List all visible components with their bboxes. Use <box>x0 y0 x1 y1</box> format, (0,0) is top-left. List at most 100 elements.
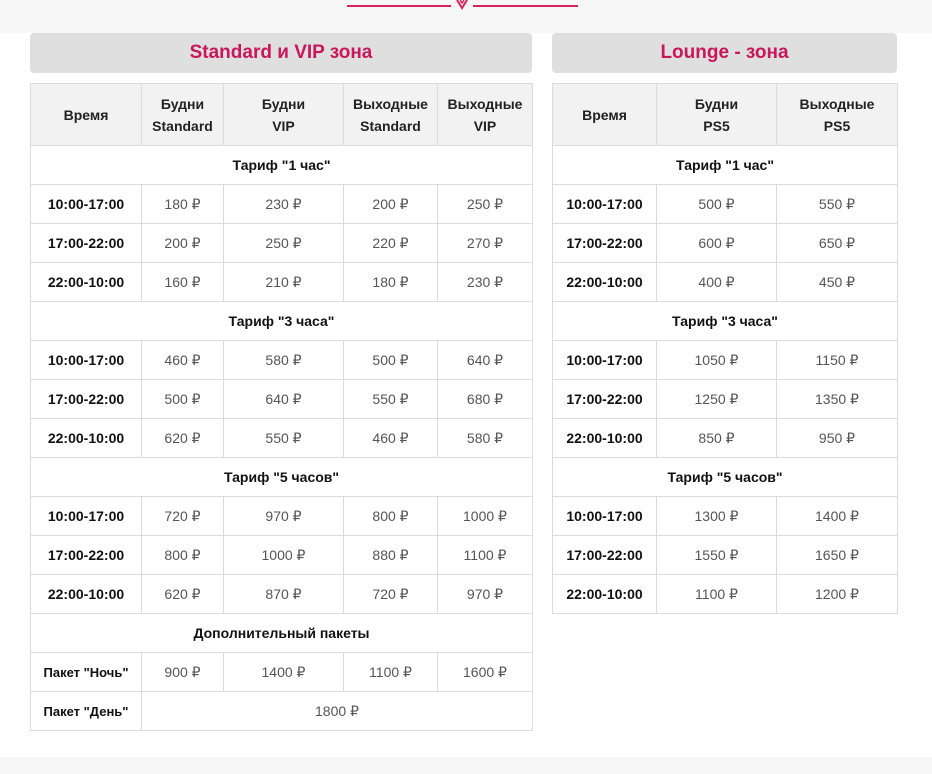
price-row: 10:00-17:00 180 ₽230 ₽200 ₽250 ₽ <box>30 184 533 224</box>
time-range: 22:00-10:00 <box>552 574 657 614</box>
column-header: Будни VIP <box>223 83 344 146</box>
price-cell: 1350 ₽ <box>776 379 898 419</box>
divider-line-right <box>473 5 578 7</box>
column-header-line: Будни <box>160 95 205 112</box>
column-header-line: PS5 <box>703 117 730 134</box>
time-range: 10:00-17:00 <box>30 184 142 224</box>
time-range: 22:00-10:00 <box>30 574 142 614</box>
column-header-line: Standard <box>360 117 421 134</box>
price-row: Пакет "День" 1800 ₽ <box>30 691 533 731</box>
price-row: 17:00-22:00 1250 ₽1350 ₽ <box>552 379 898 419</box>
column-header-line: Standard <box>152 117 213 134</box>
price-row: 22:00-10:00 400 ₽450 ₽ <box>552 262 898 302</box>
price-cell: 870 ₽ <box>223 574 344 614</box>
time-range: 10:00-17:00 <box>552 184 657 224</box>
time-range: 10:00-17:00 <box>30 496 142 536</box>
price-row: Пакет "Ночь" 900 ₽1400 ₽1100 ₽1600 ₽ <box>30 652 533 692</box>
bottom-band <box>0 757 932 774</box>
column-header: Выходные VIP <box>437 83 533 146</box>
price-cell: 580 ₽ <box>437 418 533 458</box>
price-cell: 550 ₽ <box>776 184 898 224</box>
price-cell: 620 ₽ <box>141 418 224 458</box>
price-cell: 650 ₽ <box>776 223 898 263</box>
lounge-title: Lounge - зона <box>552 33 897 73</box>
tariff-row: Тариф "3 часа" <box>552 301 898 341</box>
price-cell: 1000 ₽ <box>437 496 533 536</box>
price-cell: 1100 ₽ <box>343 652 438 692</box>
price-cell: 180 ₽ <box>141 184 224 224</box>
tariff-row: Дополнительный пакеты <box>30 613 533 653</box>
price-cell: 1100 ₽ <box>437 535 533 575</box>
tariff-title: Тариф "3 часа" <box>552 301 898 341</box>
time-range: 10:00-17:00 <box>30 340 142 380</box>
top-divider <box>0 0 932 33</box>
column-header-line: VIP <box>272 117 295 134</box>
price-cell: 1650 ₽ <box>776 535 898 575</box>
standard-vip-panel: Standard и VIP зона Время Будни Standard Бу… <box>30 33 533 731</box>
time-range: 17:00-22:00 <box>552 379 657 419</box>
tariff-title: Тариф "5 часов" <box>552 457 898 497</box>
price-cell: 210 ₽ <box>223 262 344 302</box>
price-cell: 640 ₽ <box>223 379 344 419</box>
price-cell: 720 ₽ <box>343 574 438 614</box>
package-name: Пакет "День" <box>30 691 142 731</box>
header-row: Время Будни Standard Будни VIP Выходные Standa… <box>30 83 533 146</box>
divider-line-left <box>347 5 451 7</box>
price-cell: 550 ₽ <box>223 418 344 458</box>
price-row: 17:00-22:00 1550 ₽1650 ₽ <box>552 535 898 575</box>
price-row: 22:00-10:00 160 ₽210 ₽180 ₽230 ₽ <box>30 262 533 302</box>
column-header-line: Выходные <box>353 95 428 112</box>
tariff-title: Тариф "1 час" <box>30 145 533 185</box>
price-cell: 250 ₽ <box>223 223 344 263</box>
time-range: 22:00-10:00 <box>30 262 142 302</box>
price-row: 22:00-10:00 850 ₽950 ₽ <box>552 418 898 458</box>
price-row: 22:00-10:00 620 ₽870 ₽720 ₽970 ₽ <box>30 574 533 614</box>
price-cell: 1250 ₽ <box>656 379 777 419</box>
price-cell: 800 ₽ <box>343 496 438 536</box>
price-cell: 550 ₽ <box>343 379 438 419</box>
price-cell: 1050 ₽ <box>656 340 777 380</box>
time-range: 22:00-10:00 <box>30 418 142 458</box>
column-header: Время <box>30 83 142 146</box>
time-range: 10:00-17:00 <box>552 496 657 536</box>
price-cell: 230 ₽ <box>223 184 344 224</box>
price-cell: 230 ₽ <box>437 262 533 302</box>
price-cell: 400 ₽ <box>656 262 777 302</box>
price-cell: 450 ₽ <box>776 262 898 302</box>
column-header: Время <box>552 83 657 146</box>
price-cell: 970 ₽ <box>223 496 344 536</box>
price-cell: 900 ₽ <box>141 652 224 692</box>
time-range: 22:00-10:00 <box>552 418 657 458</box>
price-cell: 880 ₽ <box>343 535 438 575</box>
tariff-row: Тариф "1 час" <box>552 145 898 185</box>
price-cell: 1000 ₽ <box>223 535 344 575</box>
price-row: 17:00-22:00 800 ₽1000 ₽880 ₽1100 ₽ <box>30 535 533 575</box>
price-cell: 460 ₽ <box>343 418 438 458</box>
price-cell: 180 ₽ <box>343 262 438 302</box>
price-row: 10:00-17:00 720 ₽970 ₽800 ₽1000 ₽ <box>30 496 533 536</box>
tariff-title: Тариф "5 часов" <box>30 457 533 497</box>
column-header-line: Будни <box>694 95 739 112</box>
price-cell: 620 ₽ <box>141 574 224 614</box>
pricing-content: Standard и VIP зона Время Будни Standard Бу… <box>0 33 932 757</box>
chevron-down-icon <box>456 0 468 10</box>
price-cell: 500 ₽ <box>656 184 777 224</box>
price-cell: 160 ₽ <box>141 262 224 302</box>
time-range: 22:00-10:00 <box>552 262 657 302</box>
standard-vip-title: Standard и VIP зона <box>30 33 532 73</box>
column-header: Выходные Standard <box>343 83 438 146</box>
standard-vip-price-table: Время Будни Standard Будни VIP Выходные Standa… <box>30 83 533 731</box>
tariff-title: Дополнительный пакеты <box>30 613 533 653</box>
time-range: 17:00-22:00 <box>552 535 657 575</box>
price-cell: 1400 ₽ <box>223 652 344 692</box>
price-cell: 850 ₽ <box>656 418 777 458</box>
column-header-line: Выходные <box>447 95 523 112</box>
time-range: 17:00-22:00 <box>30 223 142 263</box>
tariff-row: Тариф "5 часов" <box>552 457 898 497</box>
price-cell: 250 ₽ <box>437 184 533 224</box>
time-range: 17:00-22:00 <box>30 535 142 575</box>
price-cell: 600 ₽ <box>656 223 777 263</box>
price-cell: 200 ₽ <box>343 184 438 224</box>
time-range: 17:00-22:00 <box>30 379 142 419</box>
tariff-title: Тариф "3 часа" <box>30 301 533 341</box>
